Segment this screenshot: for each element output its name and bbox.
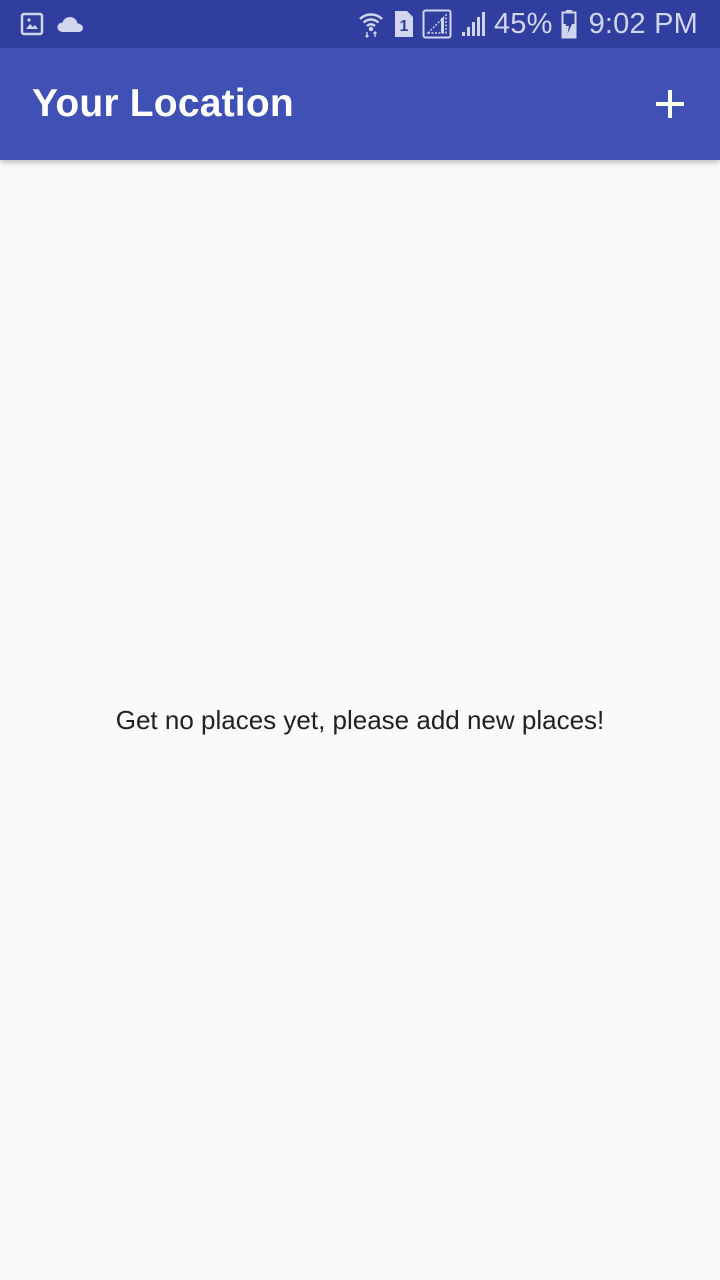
gallery-icon — [20, 12, 44, 36]
app-bar: Your Location — [0, 48, 720, 160]
add-place-button[interactable] — [642, 76, 698, 132]
clock: 9:02 PM — [588, 8, 698, 40]
sim-slot-label: 1 — [399, 18, 408, 35]
status-right: 1 45% 9:02 PM — [358, 6, 698, 42]
status-bar: 1 45% 9:02 PM — [0, 0, 720, 48]
signal-icon — [460, 10, 486, 38]
plus-icon — [654, 88, 686, 120]
sim-icon: 1 — [392, 10, 414, 38]
empty-state-message: Get no places yet, please add new places… — [115, 705, 605, 735]
page-title: Your Location — [32, 82, 294, 125]
battery-charging-icon — [561, 9, 577, 39]
wifi-icon — [358, 10, 384, 38]
screen: 1 45% 9:02 PM Your Location Get no place… — [0, 0, 720, 1280]
battery-percent: 45% — [493, 8, 553, 40]
cloud-icon — [56, 14, 84, 34]
status-left — [20, 10, 84, 38]
signal-icon — [422, 9, 452, 39]
